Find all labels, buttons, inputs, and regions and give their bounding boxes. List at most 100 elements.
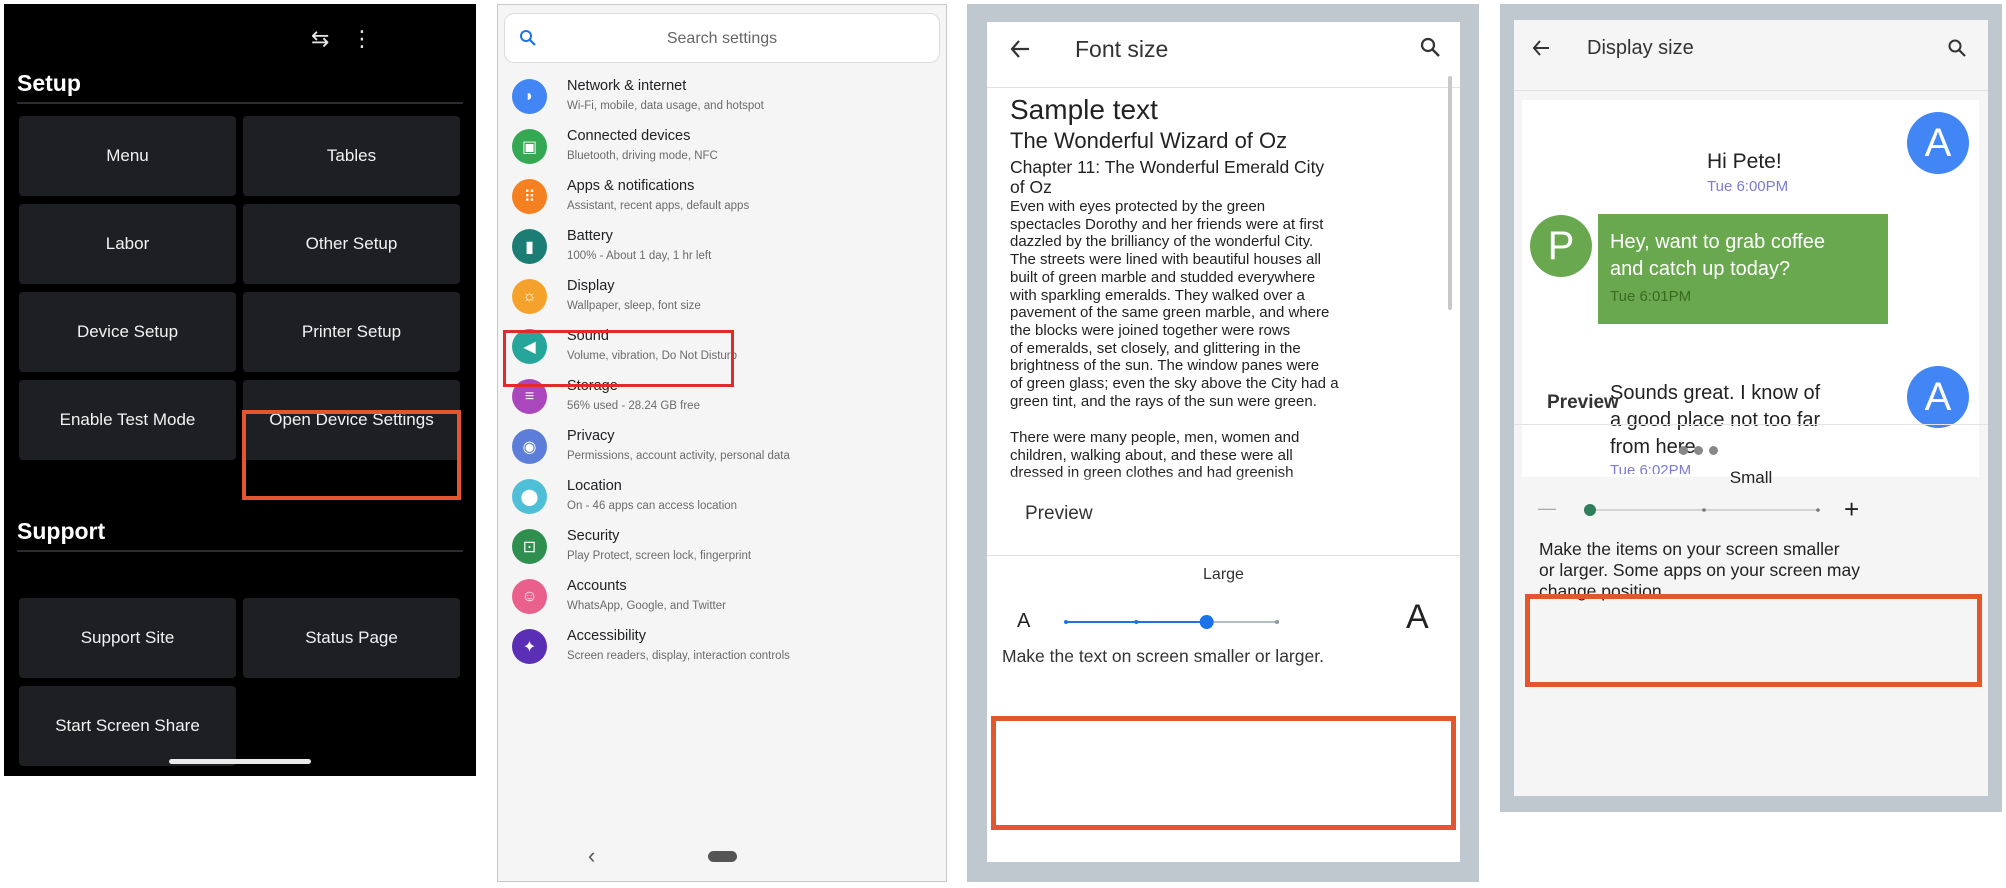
message-line: and catch up today? (1610, 258, 1791, 280)
small-text-icon[interactable]: A (1017, 610, 1030, 633)
settings-item-subtitle: Assistant, recent apps, default apps (567, 200, 750, 212)
settings-item-title: Connected devices (567, 128, 691, 144)
settings-item-subtitle: 56% used - 28.24 GB free (567, 400, 700, 412)
start-screen-share-button[interactable]: Start Screen Share (19, 686, 236, 766)
message-preview: A Hi Pete! Tue 6:00PM P Hey, want to gra… (1522, 100, 1979, 477)
plus-icon[interactable]: + (1844, 494, 1859, 525)
paragraph-line: pavement of the same green marble, and w… (1010, 304, 1330, 322)
other-setup-button[interactable]: Other Setup (243, 204, 460, 284)
settings-item-subtitle: Screen readers, display, interaction con… (567, 650, 790, 662)
size-label: Large (1203, 566, 1244, 583)
back-arrow-icon[interactable] (1531, 38, 1551, 58)
message-text: Hi Pete! (1707, 150, 1782, 173)
slider-track (1064, 615, 1279, 629)
preview-label: Preview (1025, 503, 1093, 524)
highlight-box (503, 330, 734, 387)
scrollbar[interactable] (1448, 76, 1452, 310)
paragraph-line: There were many people, men, women and (1010, 429, 1300, 446)
sample-paragraph: Even with eyes protected by the green spe… (1010, 198, 1339, 410)
paragraph-line: Even with eyes protected by the green (1010, 198, 1266, 215)
settings-item-subtitle: On - 46 apps can access location (567, 500, 738, 512)
avatar: P (1530, 215, 1592, 277)
display-size-slider[interactable] (1584, 500, 1824, 520)
paragraph-line: green tint, and the rays of the sun were… (1010, 392, 1317, 410)
swap-icon[interactable]: ⇆ (311, 28, 329, 50)
support-heading: Support (17, 518, 106, 544)
font-size-screen-frame: Font size Sample text The Wonderful Wiza… (967, 4, 1479, 882)
message-line: Hey, want to grab coffee (1610, 231, 1825, 253)
settings-item-title: Accessibility (567, 628, 646, 644)
printer-setup-button[interactable]: Printer Setup (243, 292, 460, 372)
divider (17, 102, 463, 104)
description-line: Make the items on your screen smaller (1539, 539, 1840, 559)
wifi-icon: ◗ (512, 79, 547, 114)
highlight-box (1525, 594, 1982, 687)
minus-icon[interactable]: — (1538, 498, 1556, 519)
divider (17, 550, 463, 552)
devices-icon: ▣ (512, 129, 547, 164)
slider-track (1584, 504, 1820, 516)
settings-item-title: Accounts (567, 578, 627, 594)
avatar: A (1907, 366, 1969, 428)
description: Make the items on your screen smaller or … (1539, 539, 1860, 602)
message-line: Sounds great. I know of (1610, 382, 1821, 404)
status-page-button[interactable]: Status Page (243, 598, 460, 678)
page-dot (1679, 446, 1688, 455)
preview-label: Preview (1547, 392, 1619, 413)
menu-button[interactable]: Menu (19, 116, 236, 196)
font-size-slider[interactable] (1062, 610, 1281, 634)
fade-overlay (987, 472, 1460, 494)
large-text-icon[interactable]: A (1406, 598, 1429, 637)
apps-icon: ⠿ (512, 179, 547, 214)
back-arrow-icon[interactable] (1009, 38, 1031, 60)
message-line: a good place not too far (1610, 409, 1821, 431)
chapter-title: Chapter 11: The Wonderful Emerald City of… (1010, 157, 1324, 197)
search-icon[interactable] (1947, 38, 1967, 58)
paragraph-line: of green glass; even the sky above the C… (1010, 375, 1339, 393)
settings-item-title: Privacy (567, 428, 615, 444)
search-bar[interactable]: Search settings (504, 13, 940, 63)
settings-item-subtitle: WhatsApp, Google, and Twitter (567, 600, 726, 612)
slider-tick (1064, 620, 1068, 624)
message-time: Tue 6:01PM (1610, 288, 1692, 305)
display-size-screen-frame: Display size A Hi Pete! Tue 6:00PM P Hey… (1500, 4, 2002, 812)
page-dot (1694, 446, 1703, 455)
slider-tick (1275, 620, 1279, 624)
back-nav-icon[interactable]: ‹ (588, 843, 595, 869)
sample-heading: Sample text (1010, 94, 1158, 125)
search-icon[interactable] (1419, 36, 1441, 58)
book-title: The Wonderful Wizard of Oz (1010, 128, 1288, 153)
message-text: Hey, want to grab coffee and catch up tod… (1610, 229, 1825, 283)
slider-tick (1134, 620, 1139, 624)
device-setup-button[interactable]: Device Setup (19, 292, 236, 372)
settings-item-subtitle: Bluetooth, driving mode, NFC (567, 150, 718, 162)
eye-icon: ◉ (512, 429, 547, 464)
settings-item-accessibility[interactable]: ✦ Accessibility Screen readers, display, i… (498, 617, 946, 681)
settings-item-title: Apps & notifications (567, 178, 695, 194)
divider (1514, 90, 1988, 91)
support-site-button[interactable]: Support Site (19, 598, 236, 678)
slider-thumb[interactable] (1584, 504, 1596, 516)
home-indicator[interactable] (169, 759, 311, 764)
page-title: Font size (1075, 36, 1169, 62)
labor-button[interactable]: Labor (19, 204, 236, 284)
enable-test-mode-button[interactable]: Enable Test Mode (19, 380, 236, 460)
tables-button[interactable]: Tables (243, 116, 460, 196)
pos-setup-screen: ⇆ ⋮ Setup Menu Tables Labor Other Setup … (4, 4, 476, 776)
paragraph-line: spectacles Dorothy and her friends were … (1010, 215, 1324, 233)
message-bubble: Hey, want to grab coffee and catch up tod… (1598, 214, 1888, 324)
location-icon: ⬤ (512, 479, 547, 514)
page-title: Display size (1587, 37, 1694, 59)
app-bar: Font size (987, 22, 1460, 88)
divider (987, 555, 1460, 556)
paragraph-line: with sparkling emeralds. They walked ove… (1010, 286, 1305, 304)
settings-item-title: Display (567, 278, 615, 294)
settings-item-title: Security (567, 528, 620, 544)
more-vert-icon[interactable]: ⋮ (351, 28, 373, 50)
page-dot (1709, 446, 1718, 455)
settings-item-subtitle: 100% - About 1 day, 1 hr left (567, 250, 712, 262)
slider-thumb[interactable] (1199, 615, 1214, 629)
chapter-line: Chapter 11: The Wonderful Emerald City (1010, 157, 1325, 177)
description: Make the text on screen smaller or large… (1002, 646, 1324, 666)
home-pill-icon[interactable] (708, 851, 737, 862)
